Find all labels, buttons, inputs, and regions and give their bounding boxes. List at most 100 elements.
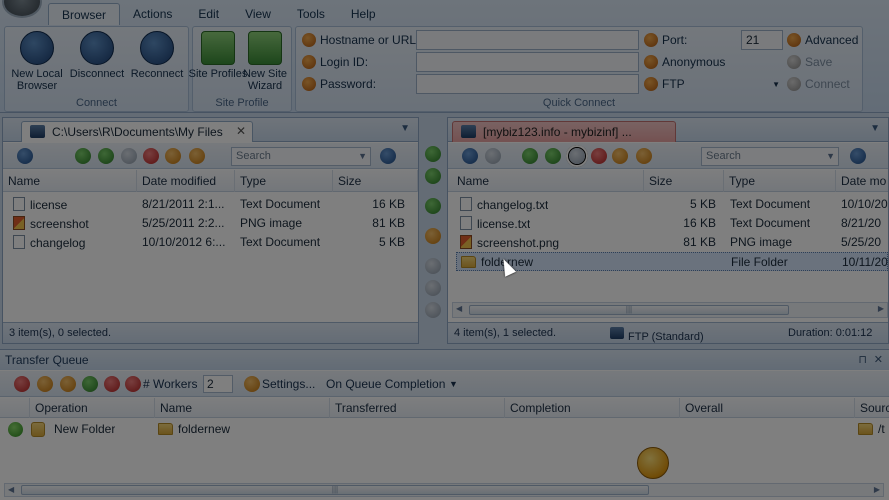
column-name[interactable]: Name bbox=[3, 170, 137, 192]
search-icon[interactable] bbox=[380, 148, 396, 164]
tab-tools[interactable]: Tools bbox=[284, 3, 338, 25]
file-row[interactable]: changelog.txt 5 KB Text Document 10/10/2… bbox=[448, 195, 888, 214]
login-input[interactable] bbox=[416, 52, 639, 72]
scrollbar-thumb[interactable]: ||| bbox=[469, 305, 789, 315]
hostname-input[interactable] bbox=[416, 30, 639, 50]
download-arrow-icon[interactable] bbox=[425, 168, 441, 184]
queue-horizontal-scrollbar[interactable]: ◀ ||| ▶ bbox=[4, 483, 884, 497]
back-icon[interactable] bbox=[462, 148, 478, 164]
file-row[interactable]: license.txt 16 KB Text Document 8/21/20 bbox=[448, 214, 888, 233]
column-transferred[interactable]: Transferred bbox=[330, 398, 505, 418]
local-browser-tab[interactable]: C:\Users\R\Documents\My Files ✕ bbox=[21, 121, 253, 142]
rename-icon[interactable] bbox=[121, 148, 137, 164]
file-row[interactable]: screenshot 5/25/2011 2:2... PNG image 81… bbox=[3, 214, 418, 233]
tab-list-chevron-icon[interactable]: ▼ bbox=[870, 123, 880, 134]
advanced-button[interactable]: Advanced bbox=[787, 30, 858, 50]
tab-list-chevron-icon[interactable]: ▼ bbox=[400, 123, 410, 134]
new-site-wizard-button[interactable]: New Site Wizard bbox=[235, 31, 295, 92]
chevron-down-icon[interactable]: ▼ bbox=[449, 379, 458, 389]
properties-icon[interactable] bbox=[612, 148, 628, 164]
file-row-selected[interactable]: foldernew File Folder 10/11/20 bbox=[456, 252, 888, 271]
remote-horizontal-scrollbar[interactable]: ◀ ||| ▶ bbox=[452, 302, 888, 318]
column-date-modified[interactable]: Date mo bbox=[836, 170, 888, 192]
transfer-button-bar bbox=[421, 140, 445, 340]
port-input[interactable]: 21 bbox=[741, 30, 783, 50]
app-menu-orb[interactable] bbox=[2, 0, 42, 18]
column-status[interactable] bbox=[0, 398, 30, 418]
scrollbar-thumb[interactable]: ||| bbox=[21, 485, 649, 495]
queue-completion-dropdown[interactable]: On Queue Completion bbox=[326, 377, 445, 391]
stop-icon[interactable] bbox=[14, 376, 30, 392]
tab-edit[interactable]: Edit bbox=[185, 3, 232, 25]
settings-icon bbox=[244, 376, 260, 392]
sync-icon[interactable] bbox=[425, 198, 441, 214]
new-site-wizard-label: New Site Wizard bbox=[242, 68, 288, 92]
column-name[interactable]: Name bbox=[452, 170, 644, 192]
pause-icon[interactable] bbox=[37, 376, 53, 392]
tab-view[interactable]: View bbox=[232, 3, 284, 25]
column-overall[interactable]: Overall bbox=[680, 398, 855, 418]
remote-search-input[interactable]: Search ▼ bbox=[701, 147, 839, 166]
file-row[interactable]: changelog 10/10/2012 6:... Text Document… bbox=[3, 233, 418, 252]
close-icon[interactable]: ✕ bbox=[874, 353, 883, 366]
back-icon[interactable] bbox=[17, 148, 33, 164]
column-date-modified[interactable]: Date modified bbox=[137, 170, 235, 192]
delete-icon[interactable] bbox=[143, 148, 159, 164]
new-folder-icon[interactable] bbox=[545, 148, 561, 164]
new-local-browser-label: New Local Browser bbox=[11, 68, 63, 92]
forward-icon[interactable] bbox=[485, 148, 501, 164]
compare-icon[interactable] bbox=[425, 228, 441, 244]
column-size[interactable]: Size bbox=[644, 170, 724, 192]
refresh-icon[interactable] bbox=[522, 148, 538, 164]
password-input[interactable] bbox=[416, 74, 639, 94]
anonymous-checkbox[interactable]: Anonymous bbox=[644, 52, 725, 72]
chevron-down-icon[interactable]: ▼ bbox=[826, 151, 835, 161]
start-icon[interactable] bbox=[82, 376, 98, 392]
properties-icon[interactable] bbox=[165, 148, 181, 164]
view-icon[interactable] bbox=[636, 148, 652, 164]
column-type[interactable]: Type bbox=[724, 170, 836, 192]
column-size[interactable]: Size bbox=[333, 170, 418, 192]
file-row[interactable]: screenshot.png 81 KB PNG image 5/25/20 bbox=[448, 233, 888, 252]
upload-arrow-icon[interactable] bbox=[425, 146, 441, 162]
rename-icon[interactable] bbox=[566, 145, 588, 167]
close-icon[interactable]: ✕ bbox=[236, 124, 246, 138]
new-local-browser-button[interactable]: New Local Browser bbox=[7, 31, 67, 92]
protocol-select[interactable]: FTP ▼ bbox=[644, 74, 782, 94]
view-icon[interactable] bbox=[189, 148, 205, 164]
queue-icon[interactable] bbox=[425, 258, 441, 274]
remove-icon[interactable] bbox=[104, 376, 120, 392]
scroll-left-icon[interactable]: ◀ bbox=[456, 304, 462, 313]
tab-actions[interactable]: Actions bbox=[120, 3, 185, 25]
reconnect-button[interactable]: Reconnect bbox=[127, 31, 187, 80]
tab-help[interactable]: Help bbox=[338, 3, 389, 25]
column-type[interactable]: Type bbox=[235, 170, 333, 192]
queue-settings-button[interactable]: Settings... bbox=[262, 377, 315, 391]
pin-icon[interactable]: ⊓ bbox=[858, 353, 867, 366]
delete-icon[interactable] bbox=[591, 148, 607, 164]
refresh-icon[interactable] bbox=[75, 148, 91, 164]
pause-all-icon[interactable] bbox=[60, 376, 76, 392]
local-search-input[interactable]: Search ▼ bbox=[231, 147, 371, 166]
file-row[interactable]: license 8/21/2011 2:1... Text Document 1… bbox=[3, 195, 418, 214]
search-icon[interactable] bbox=[850, 148, 866, 164]
chevron-down-icon[interactable]: ▼ bbox=[358, 151, 367, 161]
workers-stepper[interactable]: 2 bbox=[203, 375, 233, 393]
remote-tab-bar: [mybiz123.info - mybizinf] ... ▼ bbox=[448, 118, 888, 142]
save-button[interactable]: Save bbox=[787, 52, 832, 72]
column-name[interactable]: Name bbox=[155, 398, 330, 418]
column-operation[interactable]: Operation bbox=[30, 398, 155, 418]
column-source[interactable]: Sourc bbox=[855, 398, 889, 418]
settings-icon[interactable] bbox=[425, 302, 441, 318]
column-completion[interactable]: Completion bbox=[505, 398, 680, 418]
schedule-icon[interactable] bbox=[425, 280, 441, 296]
remote-browser-tab[interactable]: [mybiz123.info - mybizinf] ... bbox=[452, 121, 676, 142]
disconnect-button[interactable]: Disconnect bbox=[67, 31, 127, 80]
new-folder-icon[interactable] bbox=[98, 148, 114, 164]
scroll-right-icon[interactable]: ▶ bbox=[878, 304, 884, 313]
scroll-right-icon[interactable]: ▶ bbox=[874, 485, 880, 494]
queue-row[interactable]: New Folder foldernew /t bbox=[0, 420, 889, 440]
scroll-left-icon[interactable]: ◀ bbox=[8, 485, 14, 494]
tab-browser[interactable]: Browser bbox=[48, 3, 121, 25]
connect-button[interactable]: Connect bbox=[787, 74, 850, 94]
